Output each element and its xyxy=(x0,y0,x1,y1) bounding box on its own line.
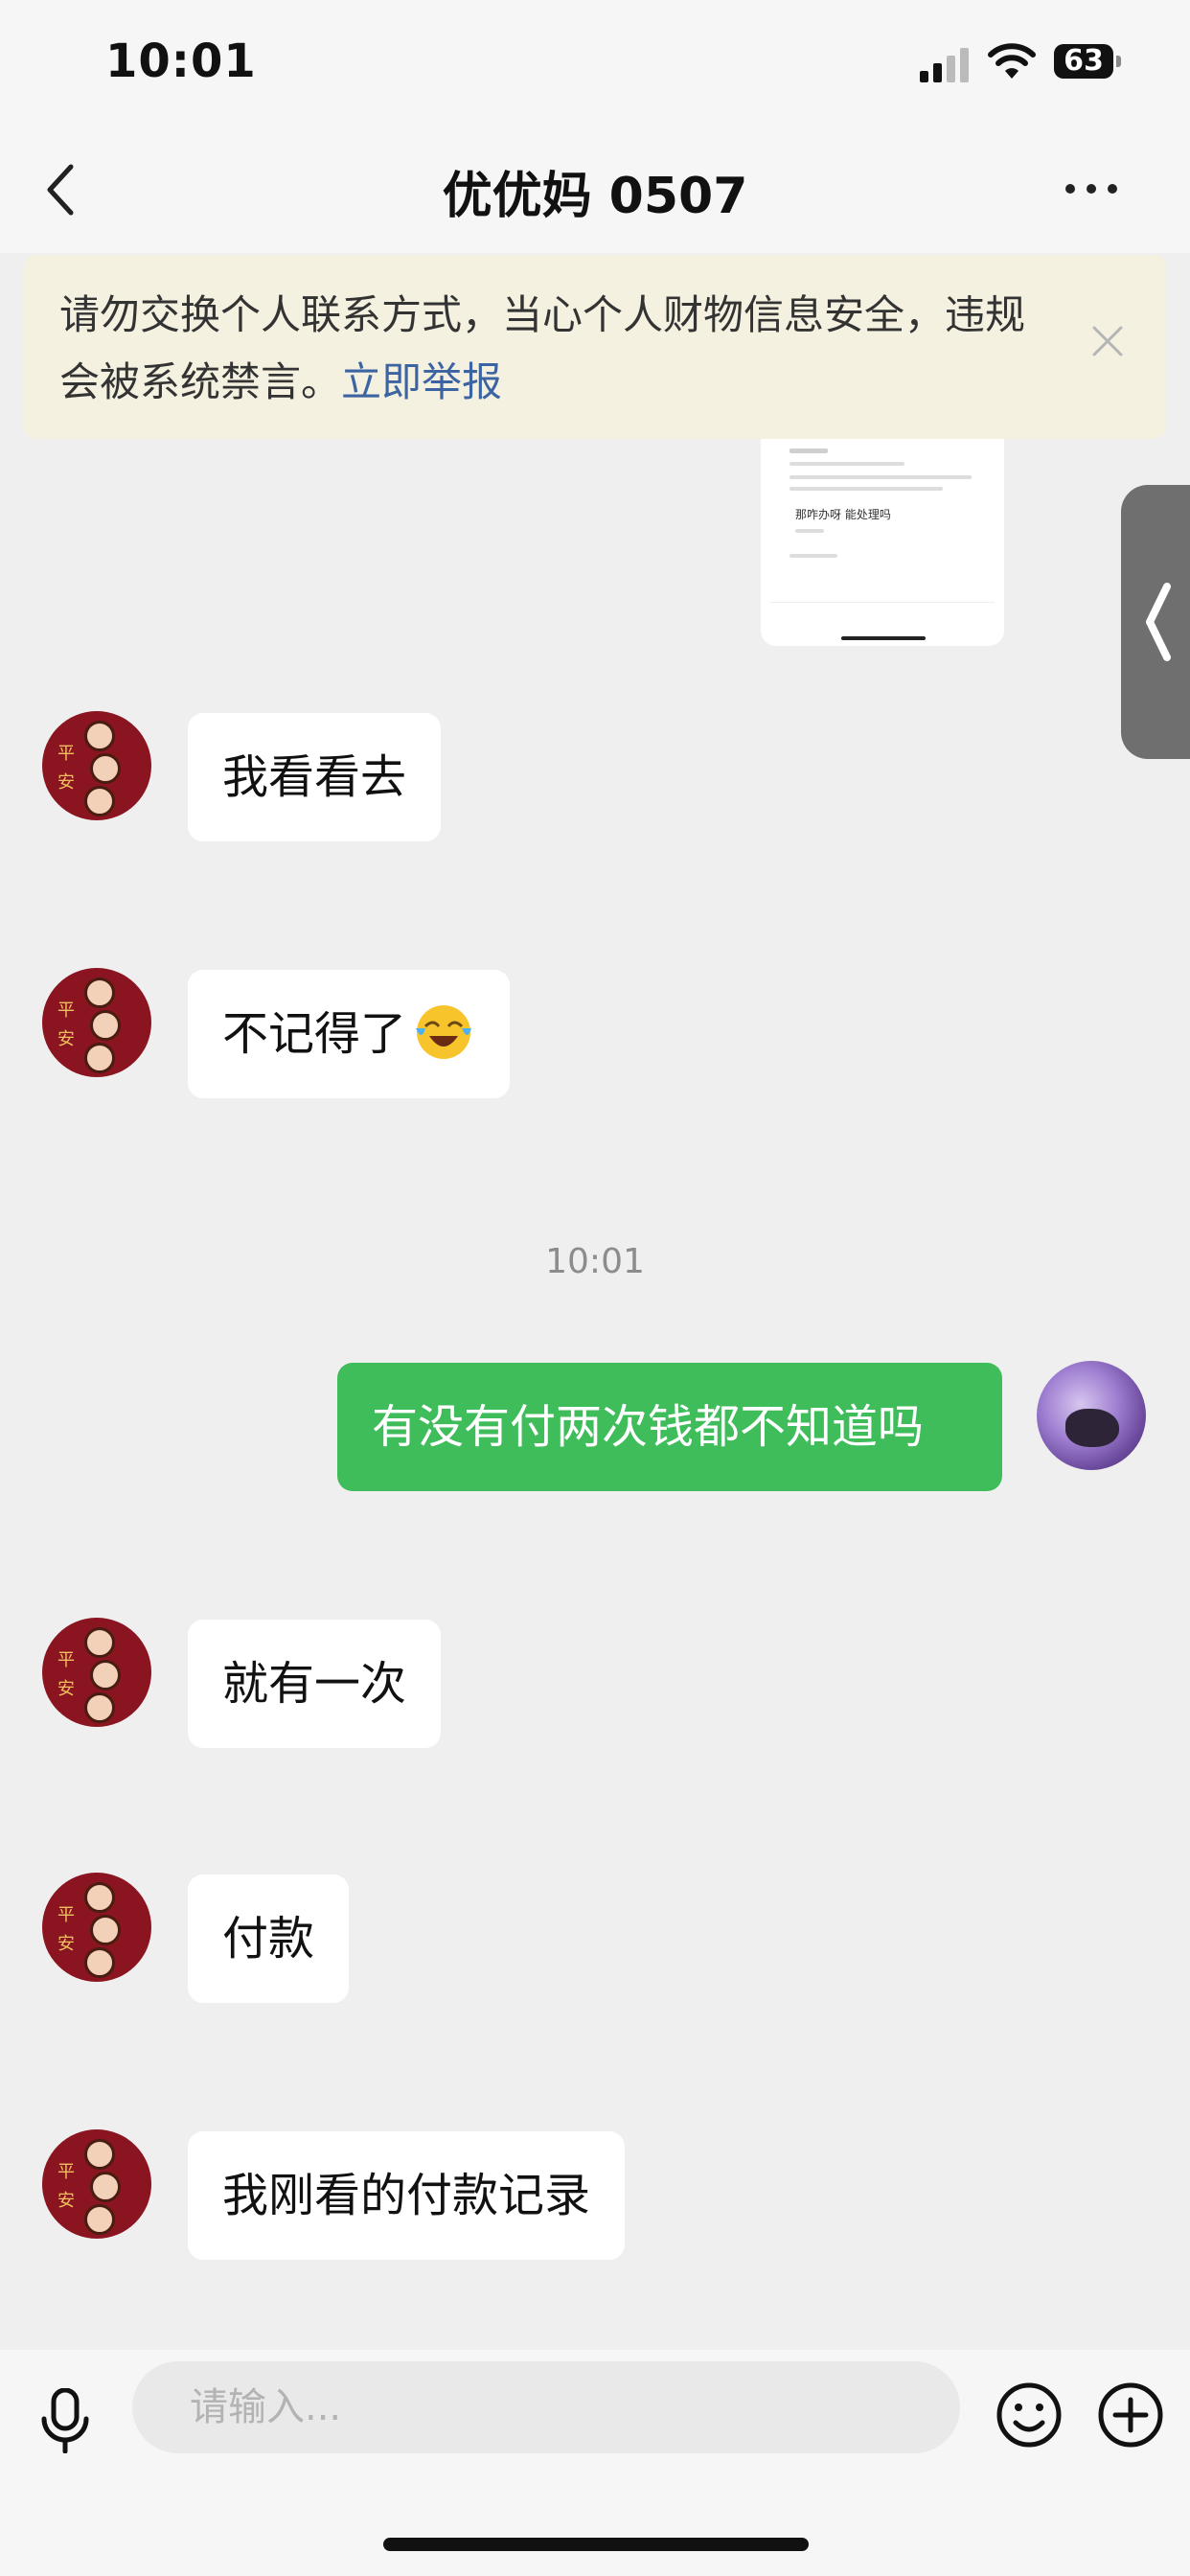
contact-avatar[interactable]: 平安 xyxy=(42,1618,151,1727)
close-icon[interactable] xyxy=(1088,322,1127,360)
crying-laughing-emoji-icon xyxy=(416,1005,472,1059)
floating-side-tab[interactable] xyxy=(1121,485,1190,759)
message-bubble-outgoing[interactable]: 有没有付两次钱都不知道吗 xyxy=(337,1363,1002,1491)
message-bubble-incoming[interactable]: 不记得了 xyxy=(188,970,511,1098)
emoji-icon[interactable] xyxy=(995,2380,1064,2450)
battery-icon: 63 xyxy=(1054,44,1121,79)
wifi-icon xyxy=(988,43,1036,79)
message-text: 不记得了 xyxy=(222,1007,407,1061)
message-timestamp: 10:01 xyxy=(545,1242,645,1281)
chevron-left-icon xyxy=(1146,583,1171,661)
safety-notice-banner: 请勿交换个人联系方式，当心个人财物信息安全，违规会被系统禁言。立即举报 xyxy=(23,255,1167,439)
input-bar xyxy=(0,2350,1190,2576)
image-message[interactable]: 那咋办呀 能处理吗 xyxy=(761,439,1004,646)
status-bar: 10:01 63 xyxy=(0,0,1190,126)
home-indicator xyxy=(383,2538,809,2551)
contact-avatar[interactable]: 平安 xyxy=(42,1873,151,1982)
microphone-icon[interactable] xyxy=(38,2388,92,2453)
cellular-signal-icon xyxy=(920,48,972,82)
contact-avatar[interactable]: 平安 xyxy=(42,711,151,820)
report-link[interactable]: 立即举报 xyxy=(341,358,502,405)
status-time: 10:01 xyxy=(105,34,257,88)
my-avatar[interactable] xyxy=(1037,1361,1146,1470)
notice-text: 请勿交换个人联系方式，当心个人财物信息安全，违规会被系统禁言。 xyxy=(59,291,1026,405)
more-options-icon[interactable] xyxy=(1065,176,1119,199)
battery-level: 63 xyxy=(1054,44,1113,79)
chat-title: 优优妈 0507 xyxy=(442,168,748,225)
message-input[interactable] xyxy=(132,2361,960,2453)
contact-avatar[interactable]: 平安 xyxy=(42,2129,151,2239)
message-bubble-incoming[interactable]: 就有一次 xyxy=(188,1620,442,1748)
message-bubble-incoming[interactable]: 我刚看的付款记录 xyxy=(188,2131,626,2260)
message-bubble-incoming[interactable]: 我看看去 xyxy=(188,713,442,841)
contact-avatar[interactable]: 平安 xyxy=(42,968,151,1077)
message-bubble-incoming[interactable]: 付款 xyxy=(188,1874,350,2003)
image-message-title: 那咋办呀 能处理吗 xyxy=(795,508,891,521)
add-icon[interactable] xyxy=(1096,2380,1165,2450)
nav-bar: 优优妈 0507 xyxy=(0,126,1190,253)
